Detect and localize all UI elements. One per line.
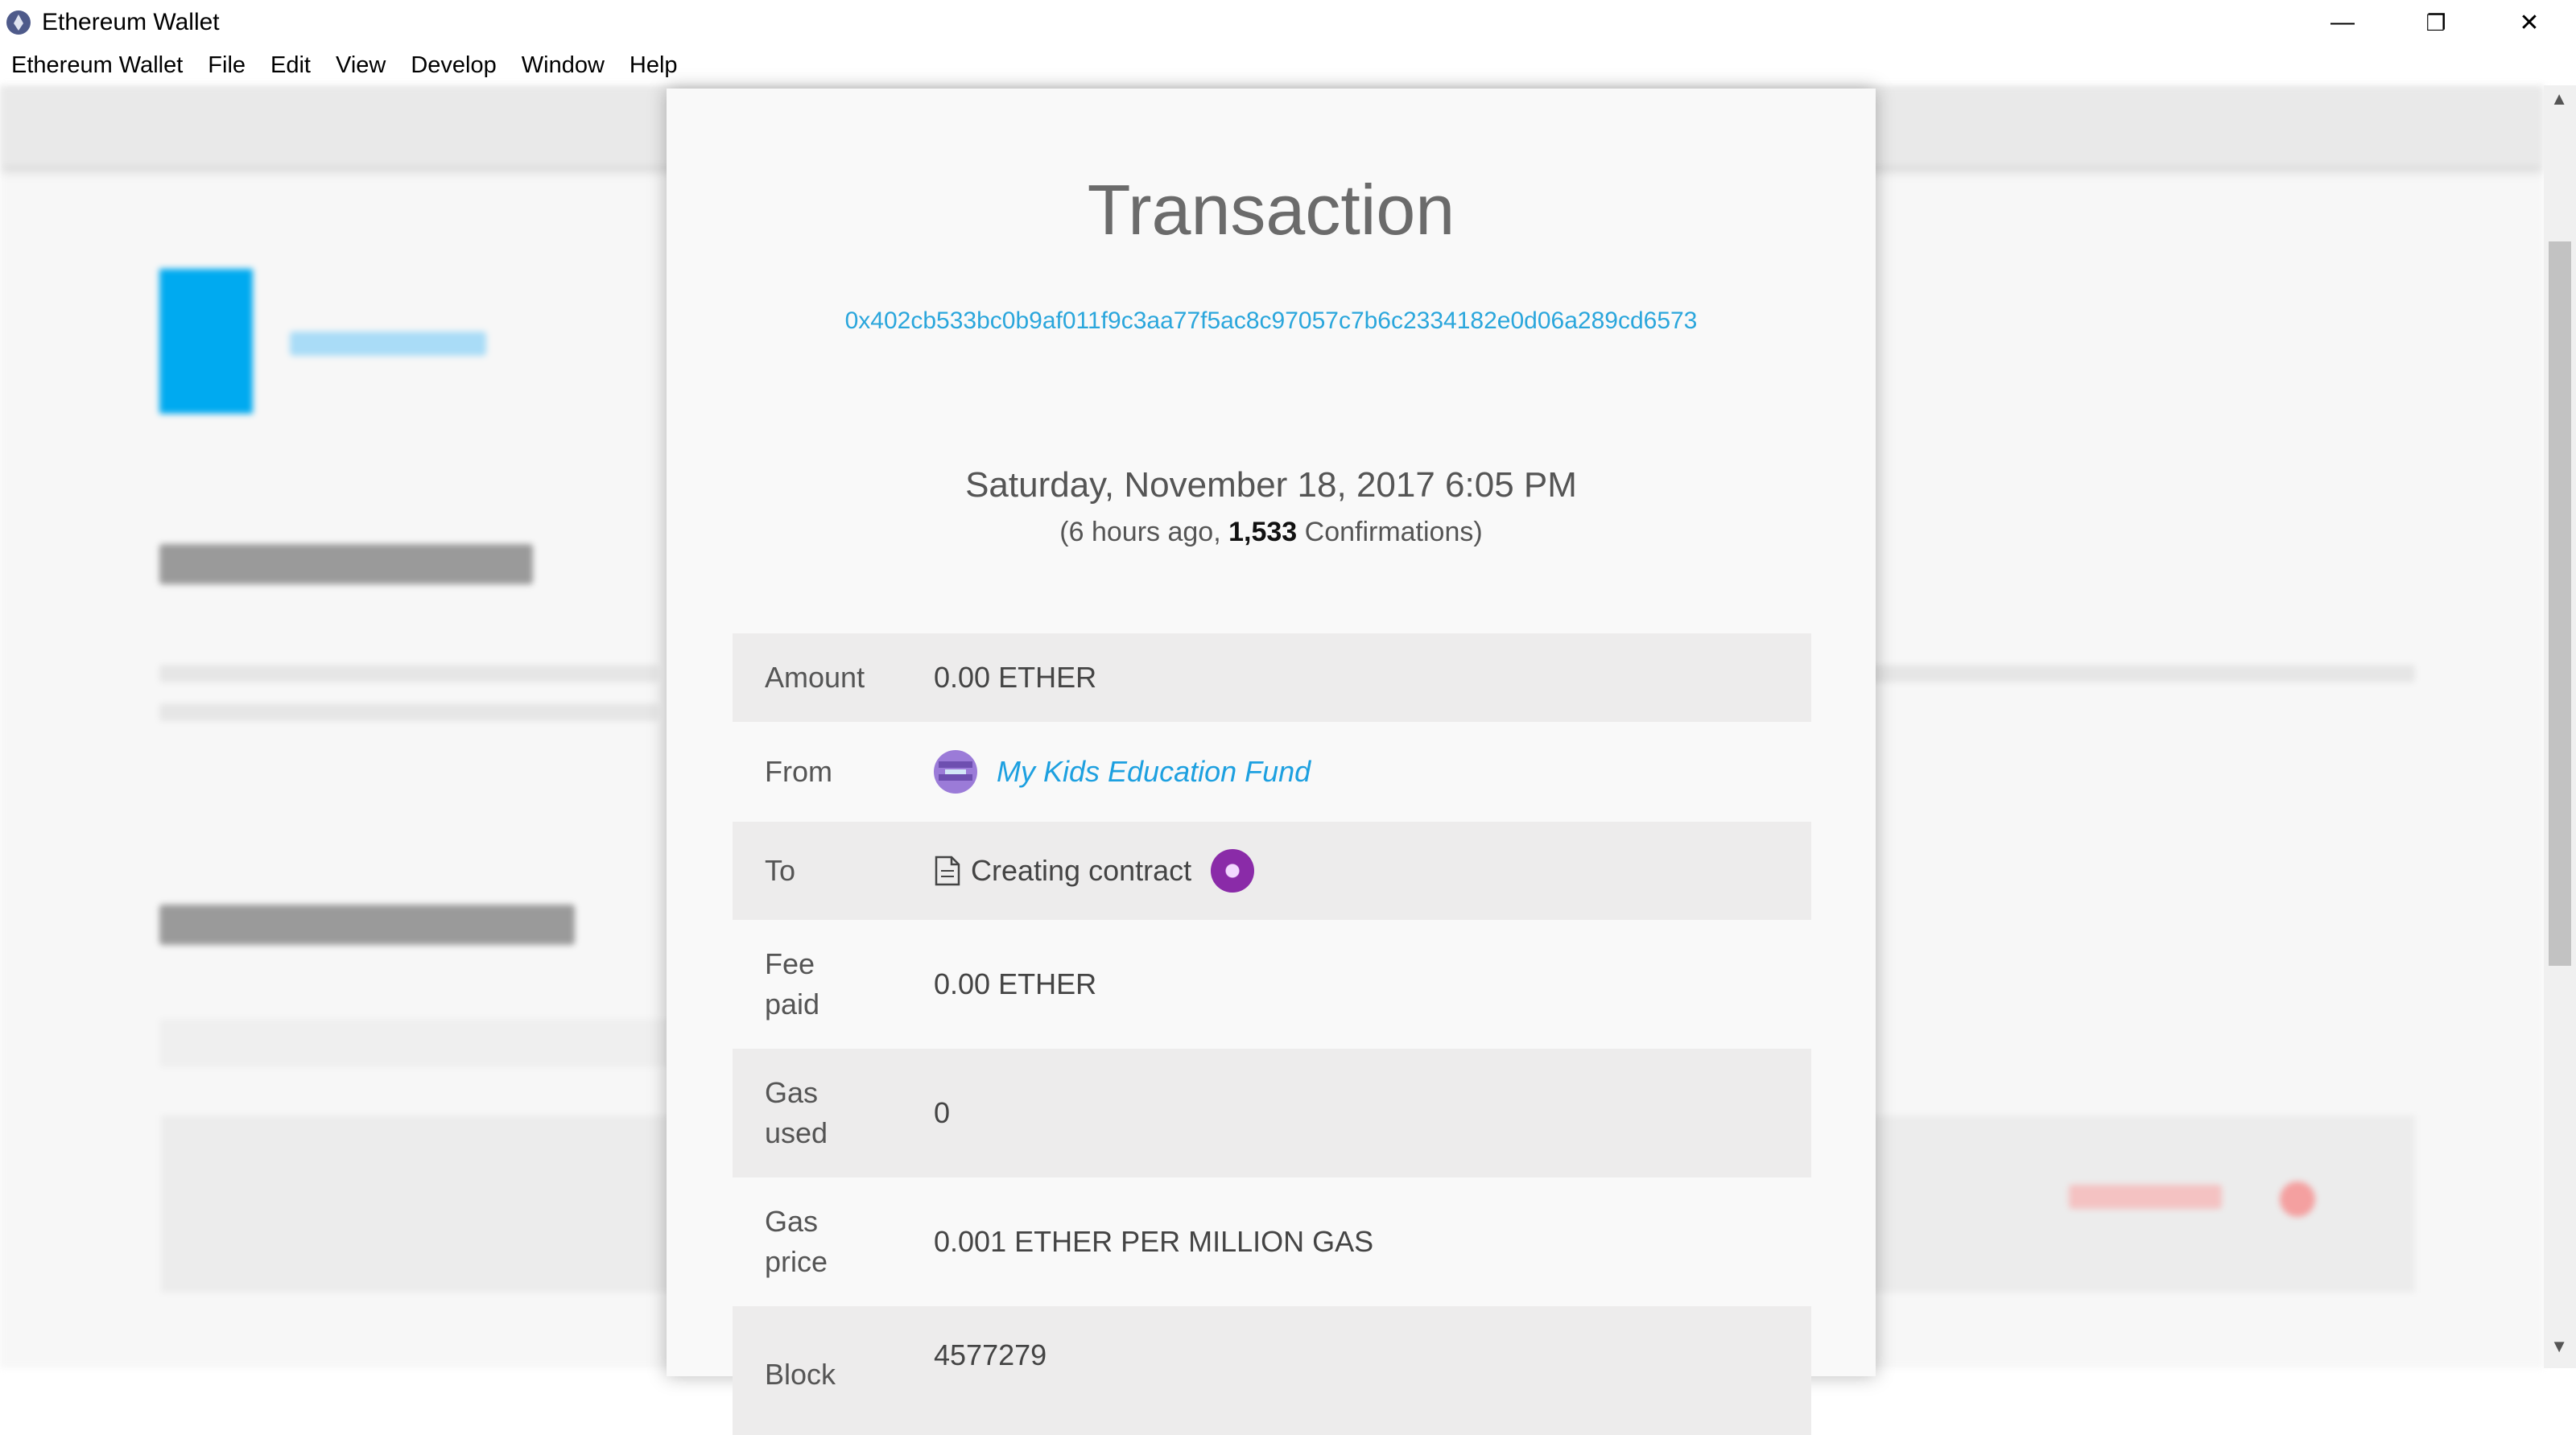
restore-button[interactable]: ❐ xyxy=(2389,0,2483,45)
block-number-link[interactable]: 4577279 xyxy=(934,1338,1046,1372)
detail-value: 0.001 ETHER PER MILLION GAS xyxy=(934,1225,1374,1258)
detail-value: My Kids Education Fund xyxy=(934,750,1311,794)
transaction-age: (6 hours ago, 1,533 Confirmations) xyxy=(667,517,1876,548)
window-title: Ethereum Wallet xyxy=(42,9,220,35)
detail-label: To xyxy=(765,854,796,887)
background-paragraph xyxy=(159,703,658,721)
close-button[interactable]: ✕ xyxy=(2483,0,2576,45)
detail-label: Fee paid xyxy=(765,947,820,1021)
transaction-date: Saturday, November 18, 2017 6:05 PM xyxy=(965,465,1577,505)
ethereum-logo-icon xyxy=(6,10,31,35)
detail-label: From xyxy=(765,755,832,788)
menu-window[interactable]: Window xyxy=(522,52,605,79)
menu-view[interactable]: View xyxy=(336,52,386,79)
background-paragraph xyxy=(159,665,658,682)
age-suffix: Confirmations) xyxy=(1297,517,1483,547)
contract-identicon-icon[interactable] xyxy=(1211,849,1255,893)
document-icon xyxy=(935,856,960,886)
confirmation-count: 1,533 xyxy=(1228,517,1298,547)
menu-develop[interactable]: Develop xyxy=(411,52,496,79)
detail-row-to: To Creating contract xyxy=(733,822,1811,920)
background-amount xyxy=(2069,1185,2222,1209)
menu-bar: Ethereum Wallet File Edit View Develop W… xyxy=(0,45,2576,85)
detail-label: Gas used xyxy=(765,1076,828,1149)
title-bar: Ethereum Wallet — ❐ ✕ xyxy=(0,0,2576,45)
detail-label: Gas price xyxy=(765,1205,828,1278)
detail-label: Block xyxy=(765,1358,836,1391)
scroll-up-icon[interactable]: ▲ xyxy=(2550,89,2568,109)
menu-help[interactable]: Help xyxy=(630,52,678,79)
detail-row-block: Block 4577279 xyxy=(733,1306,1811,1435)
background-status-dot xyxy=(2280,1181,2315,1217)
background-filter-input xyxy=(159,1019,675,1067)
detail-row-amount: Amount 0.00 ETHER xyxy=(733,633,1811,722)
detail-value: 0.00 ETHER xyxy=(934,967,1097,1000)
detail-row-gas-price: Gas price 0.001 ETHER PER MILLION GAS xyxy=(733,1177,1811,1306)
background-add-account-tile xyxy=(159,269,253,414)
age-prefix: (6 hours ago, xyxy=(1059,517,1229,547)
modal-title: Transaction xyxy=(1087,170,1455,249)
transaction-modal: Transaction 0x402cb533bc0b9af011f9c3aa77… xyxy=(667,89,1876,1435)
detail-value: 0 xyxy=(934,1096,951,1129)
to-creating-contract: Creating contract xyxy=(971,854,1192,887)
menu-file[interactable]: File xyxy=(208,52,246,79)
detail-value: 0.00 ETHER xyxy=(934,661,1097,694)
from-account-identicon-icon[interactable] xyxy=(934,750,977,794)
background-section-header xyxy=(159,905,575,945)
detail-value: Creating contract xyxy=(934,849,1255,893)
detail-label: Amount xyxy=(765,661,865,694)
menu-ethereum-wallet[interactable]: Ethereum Wallet xyxy=(11,52,183,79)
background-link xyxy=(290,332,486,356)
transaction-details-table: Amount 0.00 ETHER From My Kids Education… xyxy=(733,633,1811,1435)
detail-row-fee: Fee paid 0.00 ETHER xyxy=(733,920,1811,1049)
detail-row-from: From My Kids Education Fund xyxy=(733,722,1811,822)
scroll-down-icon[interactable]: ▼ xyxy=(2550,1336,2568,1357)
background-paragraph xyxy=(1868,665,2415,682)
detail-row-gas-used: Gas used 0 xyxy=(733,1049,1811,1177)
background-section-header xyxy=(159,544,533,584)
transaction-hash-link[interactable]: 0x402cb533bc0b9af011f9c3aa77f5ac8c97057c… xyxy=(667,307,1876,335)
from-account-link[interactable]: My Kids Education Fund xyxy=(997,755,1311,789)
menu-edit[interactable]: Edit xyxy=(270,52,311,79)
minimize-button[interactable]: — xyxy=(2296,0,2389,45)
scrollbar-thumb[interactable] xyxy=(2549,241,2571,966)
